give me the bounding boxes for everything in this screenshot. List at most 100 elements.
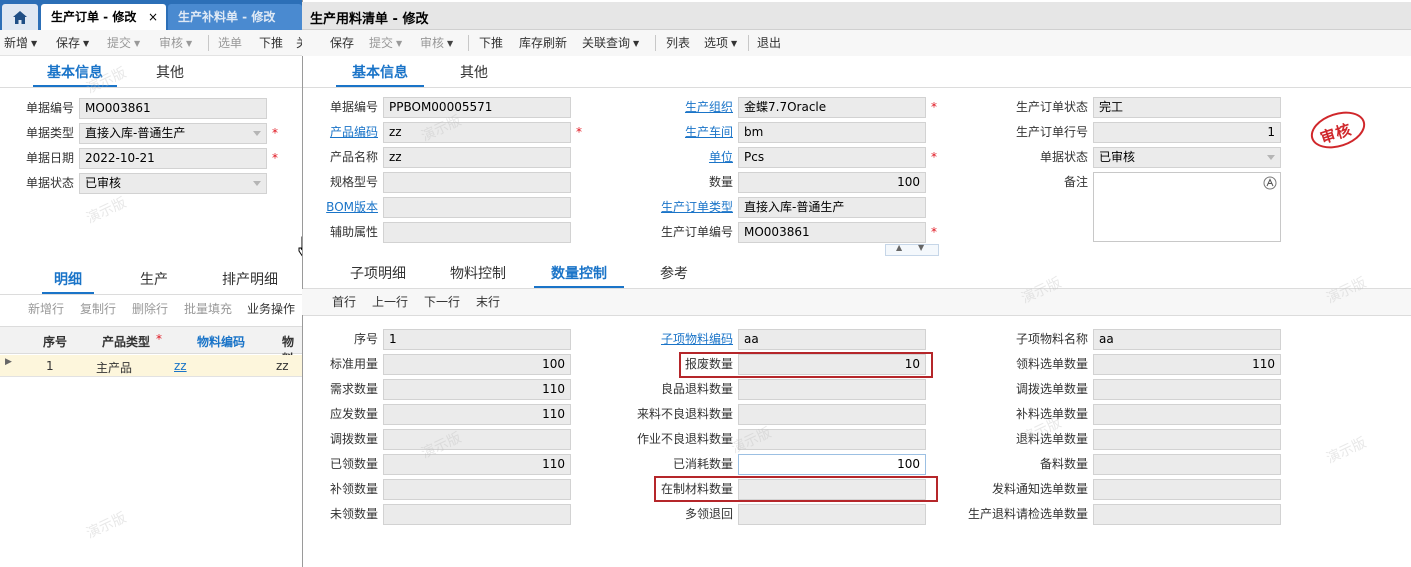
tab-other[interactable]: 其他 [450, 62, 498, 88]
bg-business-ops-button[interactable]: 业务操作 [247, 296, 295, 322]
tab-production-supplement[interactable]: 生产补料单 - 修改 [168, 4, 302, 30]
related-query-button[interactable]: 关联查询 ▼ [582, 30, 639, 57]
bg-new-button[interactable]: 新增 ▼ [4, 30, 37, 57]
order-line-field[interactable]: 1 [1093, 122, 1281, 143]
consumed-qty-field[interactable]: 100 [738, 454, 926, 475]
good-return-qty-field[interactable] [738, 379, 926, 400]
prev-row-button[interactable]: 上一行 [372, 289, 408, 315]
list-button[interactable]: 列表 [666, 30, 690, 56]
bom-version-link[interactable]: BOM版本 [306, 197, 378, 217]
pick-select-qty-field[interactable]: 110 [1093, 354, 1281, 375]
first-row-button[interactable]: 首行 [332, 289, 356, 315]
toolbar-divider [748, 35, 749, 51]
close-icon[interactable]: × [148, 4, 158, 30]
bg-push-button[interactable]: 下推 [259, 30, 283, 56]
remark-textarea[interactable] [1093, 172, 1281, 242]
picked-qty-field[interactable]: 110 [383, 454, 571, 475]
over-pick-return-field[interactable] [738, 504, 926, 525]
submit-button[interactable]: 提交 ▼ [369, 30, 402, 57]
options-button[interactable]: 选项 ▼ [704, 30, 737, 57]
chevron-up-icon: ▲ [896, 243, 903, 252]
product-code-link[interactable]: 产品编码 [306, 122, 378, 142]
order-status-field[interactable]: 完工 [1093, 97, 1281, 118]
prepare-qty-field[interactable] [1093, 454, 1281, 475]
incoming-defect-return-field[interactable] [738, 404, 926, 425]
tab-basic-info[interactable]: 基本信息 [336, 62, 424, 88]
prod-org-field[interactable]: 金蝶7.7Oracle [738, 97, 926, 118]
multilang-icon[interactable] [1263, 176, 1277, 190]
bg-tab-schedule-detail[interactable]: 排产明细 [210, 269, 290, 295]
bg-bill-date-field[interactable]: 2022-10-21 [79, 148, 267, 169]
product-name-field[interactable]: zz [383, 147, 571, 168]
tab-quantity-control[interactable]: 数量控制 [534, 263, 624, 289]
refresh-stock-button[interactable]: 库存刷新 [519, 30, 567, 56]
bg-select-button[interactable]: 选单 [218, 30, 242, 56]
bg-tab-other[interactable]: 其他 [145, 62, 195, 88]
bg-save-button[interactable]: 保存 ▼ [56, 30, 89, 57]
highlight-wip-qty [654, 476, 938, 502]
exit-button[interactable]: 退出 [757, 30, 781, 56]
spec-model-field[interactable] [383, 172, 571, 193]
tab-child-items[interactable]: 子项明细 [340, 263, 416, 289]
unpicked-qty-field[interactable] [383, 504, 571, 525]
demand-qty-field[interactable]: 110 [383, 379, 571, 400]
workshop-link[interactable]: 生产车间 [618, 122, 733, 142]
order-type-link[interactable]: 生产订单类型 [618, 197, 733, 217]
workshop-field[interactable]: bm [738, 122, 926, 143]
bg-add-row-button[interactable]: 新增行 [28, 296, 64, 322]
seq-label: 序号 [353, 332, 378, 346]
seq-field[interactable]: 1 [383, 329, 571, 350]
bg-delete-row-button[interactable]: 删除行 [132, 296, 168, 322]
bg-copy-row-button[interactable]: 复制行 [80, 296, 116, 322]
tab-reference[interactable]: 参考 [650, 263, 698, 289]
row-material-code-link[interactable]: zz [174, 359, 187, 373]
last-row-button[interactable]: 末行 [476, 289, 500, 315]
bg-audit-button[interactable]: 审核 ▼ [159, 30, 192, 57]
bg-tab-production[interactable]: 生产 [128, 269, 180, 295]
std-qty-field[interactable]: 100 [383, 354, 571, 375]
bg-batch-fill-button[interactable]: 批量填充 [184, 296, 232, 322]
child-material-name-label: 子项物料名称 [1015, 332, 1088, 346]
order-no-field[interactable]: MO003861 [738, 222, 926, 243]
tab-home[interactable] [2, 4, 38, 30]
child-material-code-field[interactable]: aa [738, 329, 926, 350]
audit-stamp-text: 审核 [1318, 120, 1355, 148]
bom-version-field[interactable] [383, 197, 571, 218]
bg-bill-status-select[interactable]: 已审核 [79, 173, 267, 194]
collapse-toggle[interactable]: ▲ ▼ [885, 243, 939, 256]
order-type-field[interactable]: 直接入库-普通生产 [738, 197, 926, 218]
transfer-qty-field[interactable] [383, 429, 571, 450]
aux-property-field[interactable] [383, 222, 571, 243]
consumed-qty-label: 已消耗数量 [672, 457, 733, 471]
issue-notice-select-field[interactable] [1093, 479, 1281, 500]
supplement-select-qty-field[interactable] [1093, 404, 1281, 425]
unit-link[interactable]: 单位 [618, 147, 733, 167]
table-row[interactable]: ▶ 1 主产品 zz zz [0, 355, 302, 377]
save-button[interactable]: 保存 [330, 30, 354, 56]
supplement-qty-field[interactable] [383, 479, 571, 500]
transfer-select-qty-field[interactable] [1093, 379, 1281, 400]
tab-production-order[interactable]: 生产订单 - 修改 × [41, 4, 166, 30]
bg-bill-type-select[interactable]: 直接入库-普通生产 [79, 123, 267, 144]
issue-qty-field[interactable]: 110 [383, 404, 571, 425]
dialog-toolbar: 保存 提交 ▼ 审核 ▼ 下推 库存刷新 关联查询 ▼ 列表 选项 ▼ 退出 [302, 30, 1411, 56]
unit-field[interactable]: Pcs [738, 147, 926, 168]
child-material-code-link[interactable]: 子项物料编码 [618, 329, 733, 349]
quantity-field[interactable]: 100 [738, 172, 926, 193]
doc-status-select[interactable]: 已审核 [1093, 147, 1281, 168]
bg-submit-button[interactable]: 提交 ▼ [107, 30, 140, 57]
bg-bill-no-field[interactable]: MO003861 [79, 98, 267, 119]
bill-no-field[interactable]: PPBOM00005571 [383, 97, 571, 118]
child-material-name-field[interactable]: aa [1093, 329, 1281, 350]
return-inspect-select-label: 生产退料请检选单数量 [967, 507, 1088, 521]
return-select-qty-field[interactable] [1093, 429, 1281, 450]
bg-tab-detail[interactable]: 明细 [42, 269, 94, 295]
push-down-button[interactable]: 下推 [479, 30, 503, 56]
options-label: 选项 [704, 36, 729, 50]
prod-org-link[interactable]: 生产组织 [618, 97, 733, 117]
product-code-field[interactable]: zz [383, 122, 571, 143]
return-inspect-select-field[interactable] [1093, 504, 1281, 525]
next-row-button[interactable]: 下一行 [424, 289, 460, 315]
audit-button[interactable]: 审核 ▼ [420, 30, 453, 57]
tab-material-control[interactable]: 物料控制 [440, 263, 516, 289]
